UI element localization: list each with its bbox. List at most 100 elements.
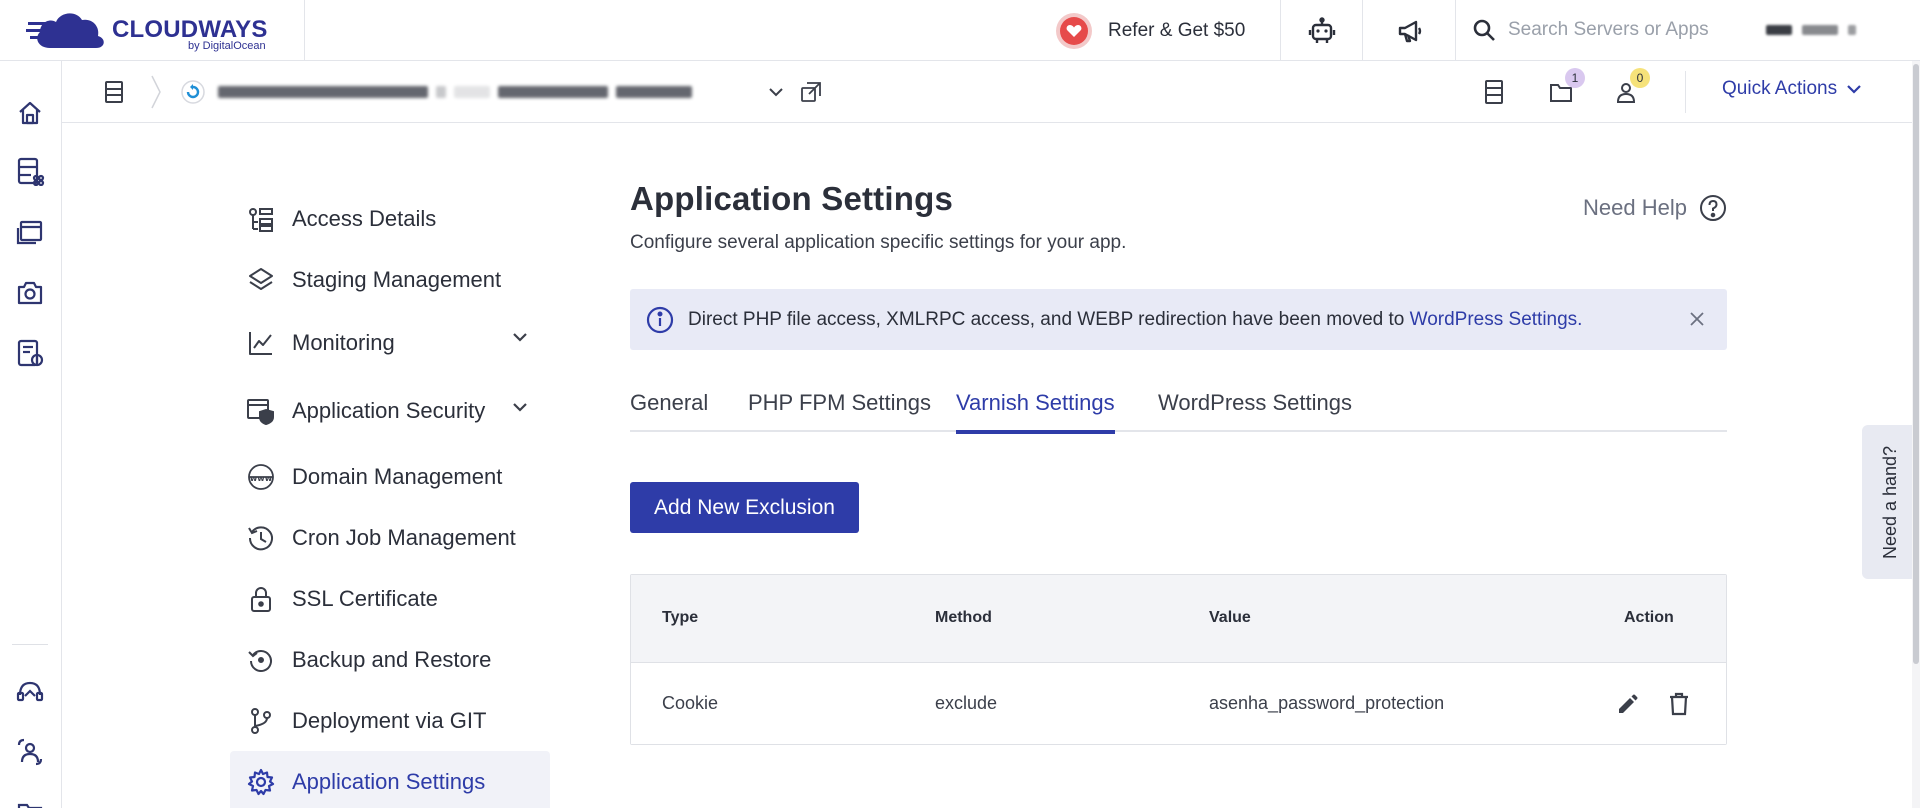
home-icon[interactable] — [14, 97, 46, 129]
nav-deployment-via-git[interactable]: Deployment via GIT — [230, 690, 550, 751]
nav-label: Cron Job Management — [292, 524, 516, 550]
left-rail — [0, 61, 62, 808]
exclusions-table: Type Method Value Action Cookie exclude … — [630, 574, 1727, 745]
access-details-icon — [246, 204, 276, 234]
cloud-logo-icon — [26, 13, 104, 49]
gear-icon — [246, 767, 276, 797]
server-stack-icon[interactable] — [1480, 78, 1508, 106]
team-members-icon[interactable]: 0 — [1612, 68, 1650, 106]
nav-monitoring[interactable]: Monitoring — [230, 310, 550, 376]
quick-actions-button[interactable]: Quick Actions — [1722, 78, 1861, 100]
wordpress-settings-link[interactable]: WordPress Settings. — [1410, 309, 1583, 330]
tab-varnish-settings[interactable]: Varnish Settings — [956, 390, 1115, 434]
cell-type: Cookie — [662, 693, 719, 713]
notifications-badge: 1 — [1565, 68, 1585, 88]
nav-cron-job-management[interactable]: Cron Job Management — [230, 507, 550, 568]
external-link-icon[interactable] — [798, 79, 824, 105]
cell-value: asenha_password_protection — [1209, 693, 1445, 713]
divider — [1280, 0, 1281, 61]
table-header: Type Method Value Action — [631, 575, 1726, 663]
megaphone-icon[interactable] — [1394, 15, 1426, 47]
server-app-selector[interactable] — [218, 83, 692, 101]
tab-wordpress-settings[interactable]: WordPress Settings — [1158, 390, 1352, 432]
billing-icon[interactable] — [14, 337, 46, 369]
nav-label: Deployment via GIT — [292, 707, 487, 733]
line-chart-icon — [246, 328, 276, 358]
nav-label: Monitoring — [292, 330, 395, 355]
user-menu[interactable] — [1766, 22, 1886, 38]
history-clock-icon — [246, 523, 276, 553]
chevron-down-icon — [1847, 84, 1861, 94]
wordpress-app-icon — [180, 79, 206, 105]
column-header-type: Type — [662, 609, 699, 626]
tab-general[interactable]: General — [630, 390, 708, 432]
nav-application-security[interactable]: Application Security — [230, 376, 550, 446]
cell-method: exclude — [935, 693, 998, 713]
search-icon — [1473, 19, 1495, 41]
quick-actions-label: Quick Actions — [1722, 78, 1838, 99]
search-input[interactable] — [1508, 19, 1728, 41]
folder-icon[interactable] — [14, 797, 46, 808]
help-label: Need Help — [1583, 195, 1687, 220]
servers-icon[interactable] — [14, 155, 46, 187]
refer-label: Refer & Get $50 — [1108, 20, 1246, 41]
column-header-value: Value — [1209, 609, 1251, 626]
table-row: Cookie exclude asenha_password_protectio… — [631, 663, 1726, 744]
brand-sub: by DigitalOcean — [188, 40, 266, 52]
nav-label: SSL Certificate — [292, 585, 438, 611]
support-icon[interactable] — [14, 676, 46, 708]
breadcrumb-chevron-icon — [148, 74, 164, 110]
applications-icon[interactable] — [14, 216, 46, 248]
nav-label: Domain Management — [292, 463, 503, 489]
need-a-hand-label: Need a hand? — [1880, 445, 1901, 559]
nav-label: Application Settings — [292, 768, 486, 794]
column-header-method: Method — [935, 609, 992, 626]
nav-application-settings[interactable]: Application Settings — [230, 751, 550, 808]
divider — [1362, 0, 1363, 61]
chevron-down-icon — [513, 333, 527, 342]
close-icon[interactable] — [1687, 309, 1707, 329]
divider — [1685, 71, 1686, 113]
www-globe-icon: www — [246, 462, 276, 492]
trash-icon[interactable] — [1665, 690, 1693, 718]
settings-nav: Access Details Staging Management Monito… — [230, 188, 550, 808]
addons-icon[interactable] — [14, 277, 46, 309]
top-bar: CLOUDWAYS by DigitalOcean Refer & Get $5… — [0, 0, 1920, 61]
projects-folder-icon[interactable]: 1 — [1547, 68, 1585, 106]
scrollbar-thumb[interactable] — [1913, 64, 1919, 664]
column-header-action: Action — [1624, 609, 1674, 626]
need-help-link[interactable]: Need Help — [1583, 194, 1727, 222]
brand-logo[interactable]: CLOUDWAYS by DigitalOcean — [26, 6, 306, 56]
nav-staging-management[interactable]: Staging Management — [230, 249, 550, 310]
info-icon — [646, 306, 674, 333]
nav-label: Application Security — [292, 398, 486, 423]
refer-button[interactable]: Refer & Get $50 — [1056, 13, 1245, 49]
bot-icon[interactable] — [1306, 15, 1338, 47]
page-title: Application Settings — [630, 180, 954, 217]
nav-label: Backup and Restore — [292, 646, 492, 672]
tab-php-fpm-settings[interactable]: PHP FPM Settings — [748, 390, 931, 432]
page-subtitle: Configure several application specific s… — [630, 232, 1127, 253]
server-list-icon[interactable] — [100, 78, 128, 106]
search-bar[interactable] — [1472, 14, 1732, 46]
info-notice: Direct PHP file access, XMLRPC access, a… — [630, 289, 1727, 350]
heart-icon — [1056, 13, 1092, 49]
add-new-exclusion-button[interactable]: Add New Exclusion — [630, 482, 859, 533]
nav-backup-and-restore[interactable]: Backup and Restore — [230, 629, 550, 690]
nav-domain-management[interactable]: www Domain Management — [230, 446, 550, 507]
layers-icon — [246, 265, 276, 295]
notice-text: Direct PHP file access, XMLRPC access, a… — [688, 308, 1405, 330]
backup-restore-icon — [246, 645, 276, 675]
security-shield-icon — [246, 396, 276, 426]
svg-text:www: www — [250, 474, 273, 483]
nav-access-details[interactable]: Access Details — [230, 188, 550, 249]
main-content: Application Settings Configure several a… — [630, 180, 1727, 745]
chevron-down-icon[interactable] — [766, 82, 786, 102]
divider — [1455, 0, 1456, 61]
divider — [304, 0, 305, 61]
edit-pencil-icon[interactable] — [1614, 690, 1642, 718]
rail-divider — [12, 644, 48, 645]
chevron-down-icon — [513, 403, 527, 412]
team-icon[interactable] — [14, 736, 46, 768]
nav-ssl-certificate[interactable]: SSL Certificate — [230, 568, 550, 629]
